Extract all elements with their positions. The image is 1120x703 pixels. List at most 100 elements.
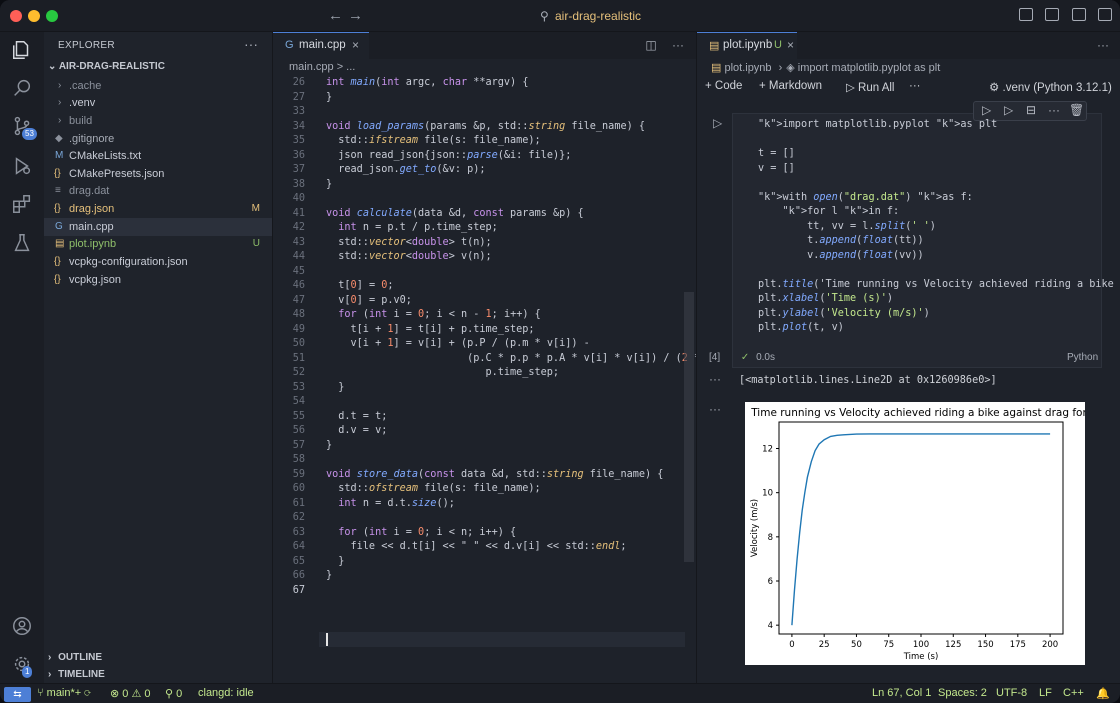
line-number: 40 [292, 193, 305, 204]
tree-item-drag-json[interactable]: {} drag.json M [44, 200, 272, 218]
clangd-status[interactable]: clangd: idle [198, 687, 254, 699]
y-tick-label: 12 [762, 445, 773, 455]
run-below-icon[interactable]: ▷ [1004, 103, 1013, 117]
tree-item-cache[interactable]: › .cache [44, 77, 272, 95]
tree-item-main-cpp[interactable]: G main.cpp [44, 218, 272, 236]
maximize-window-button[interactable] [46, 10, 58, 22]
tree-item-drag-dat[interactable]: ≡ drag.dat [44, 182, 272, 200]
vertical-scrollbar[interactable] [684, 292, 694, 562]
line-number: 26 [292, 77, 305, 88]
search-icon: ⚲ [540, 9, 549, 23]
toggle-panel-icon[interactable] [1045, 8, 1060, 21]
indentation-status[interactable]: Spaces: 2 [938, 687, 987, 699]
workspace-folder[interactable]: ⌄ AIR-DRAG-REALISTIC [48, 61, 165, 72]
branch-icon: ⑂ [37, 687, 47, 699]
testing-flask-icon[interactable] [10, 231, 34, 255]
search-icon[interactable] [10, 76, 34, 100]
cell-code-line: plt.plot(t, v) [758, 322, 844, 333]
chevron-down-icon: ⌄ [48, 61, 57, 72]
encoding-status[interactable]: UTF-8 [996, 687, 1027, 699]
line-number: 38 [292, 178, 305, 190]
eol-status[interactable]: LF [1039, 687, 1052, 699]
more-actions-icon[interactable]: ··· [672, 38, 684, 52]
settings-gear-icon[interactable]: 1 [10, 652, 34, 678]
output-more-icon[interactable]: ··· [709, 372, 721, 386]
close-tab-icon[interactable]: × [352, 38, 359, 52]
tree-item-venv[interactable]: › .venv [44, 94, 272, 112]
cpp-editor: G main.cpp × ◫ ··· main.cpp > ... 26 int … [273, 32, 700, 683]
run-debug-icon[interactable] [10, 154, 34, 178]
code-line: std::ifstream file(s: file_name); [326, 135, 541, 146]
code-line: int main(int argc, char **argv) { [326, 77, 529, 88]
extensions-icon[interactable] [10, 192, 34, 216]
source-control-icon[interactable]: 53 [10, 114, 37, 140]
line-number: 45 [292, 265, 305, 277]
close-window-button[interactable] [10, 10, 22, 22]
ports-status[interactable]: ⚲ 0 [165, 687, 182, 700]
tree-item-build[interactable]: › build [44, 112, 272, 130]
add-code-cell-button[interactable]: + Code [705, 80, 742, 92]
command-center-search[interactable]: ⚲ air-drag-realistic [530, 6, 796, 26]
toggle-secondary-sidebar-icon[interactable] [1071, 8, 1086, 21]
more-actions-icon[interactable]: ··· [1048, 103, 1060, 117]
json-file-icon: {} [54, 274, 61, 285]
cell-language[interactable]: Python [1067, 352, 1120, 363]
tree-item-cmakepresets[interactable]: {} CMakePresets.json [44, 165, 272, 183]
language-mode[interactable]: C++ [1063, 687, 1084, 699]
notebook-tab-bar: ▤ plot.ipynb U × ··· [697, 32, 1120, 59]
explorer-icon[interactable] [10, 38, 34, 62]
problems-status[interactable]: ⊗ 0 ⚠ 0 [110, 687, 151, 700]
forward-arrow-icon[interactable]: → [348, 7, 363, 24]
timeline-section[interactable]: › TIMELINE [48, 669, 105, 680]
code-line: json read_json{json::parse(&i: file)}; [326, 149, 572, 161]
tree-item-vcpkg-config[interactable]: {} vcpkg-configuration.json [44, 253, 272, 271]
outline-section[interactable]: › OUTLINE [48, 652, 102, 663]
tab-main-cpp[interactable]: G main.cpp × [273, 32, 369, 59]
execution-time: 0.0s [756, 352, 775, 363]
split-cell-icon[interactable]: ⊟ [1026, 103, 1036, 117]
output-more-icon[interactable]: ··· [709, 402, 721, 416]
tree-item-vcpkg-json[interactable]: {} vcpkg.json [44, 271, 272, 289]
code-line: void calculate(data &d, const params &p)… [326, 207, 584, 219]
remote-indicator-icon[interactable]: ⇆ [4, 687, 31, 702]
delete-cell-icon[interactable]: 🗑 [1069, 103, 1084, 117]
code-line: t[0] = 0; [326, 280, 394, 291]
close-tab-icon[interactable]: × [787, 38, 794, 52]
status-bar: ⇆ ⑂ main*+ ⟳ ⊗ 0 ⚠ 0 ⚲ 0 clangd: idle Ln… [0, 683, 1120, 703]
notebook-breadcrumb[interactable]: ▤ plot.ipynb › ◈ import matplotlib.pyplot… [711, 61, 940, 74]
more-actions-icon[interactable]: ··· [244, 36, 258, 52]
more-actions-icon[interactable]: ··· [1097, 38, 1109, 52]
git-status-untracked: U [252, 238, 260, 249]
customize-layout-icon[interactable] [1098, 8, 1112, 21]
toggle-primary-sidebar-icon[interactable] [1018, 8, 1033, 21]
tab-plot-ipynb[interactable]: ▤ plot.ipynb U × [697, 32, 797, 59]
line-number: 60 [292, 483, 305, 494]
add-markdown-cell-button[interactable]: + Markdown [759, 80, 822, 92]
more-actions-icon[interactable]: ··· [909, 80, 921, 92]
line-number: 67 [292, 584, 305, 596]
cursor-position[interactable]: Ln 67, Col 1 [872, 687, 931, 699]
tree-item-cmakelists[interactable]: M CMakeLists.txt [44, 147, 272, 165]
breadcrumb[interactable]: main.cpp > ... [289, 61, 355, 73]
execution-count: [4] [709, 352, 721, 363]
split-editor-icon[interactable]: ◫ [645, 38, 656, 52]
x-tick-label: 150 [977, 640, 993, 650]
run-all-button[interactable]: ▷ Run All [846, 80, 894, 94]
run-above-icon[interactable]: ▷ [982, 103, 991, 117]
account-icon[interactable] [10, 614, 34, 638]
back-arrow-icon[interactable]: ← [328, 7, 343, 24]
notifications-bell-icon[interactable]: 🔔 [1096, 687, 1110, 700]
y-tick-label: 8 [768, 533, 773, 543]
y-tick-label: 6 [768, 577, 773, 587]
velocity-chart: Time running vs Velocity achieved riding… [750, 407, 1099, 662]
code-line: (p.C * p.p * p.A * v[i] * v[i]) / (2 * [326, 352, 701, 364]
code-area[interactable]: 26 int main(int argc, char **argv) {27} 33… [273, 76, 700, 676]
kernel-picker[interactable]: ⚙ .venv (Python 3.12.1) [989, 80, 1112, 94]
minimize-window-button[interactable] [28, 10, 40, 22]
branch-status[interactable]: ⑂ main*+ ⟳ [37, 687, 91, 699]
run-cell-button[interactable]: ▷ [713, 116, 722, 130]
code-line: file << d.t[i] << " " << d.v[i] << std::… [326, 541, 627, 552]
tree-item-gitignore[interactable]: ◆ .gitignore [44, 130, 272, 148]
code-line: read_json.get_to(&v: p); [326, 164, 486, 175]
tree-item-plot-ipynb[interactable]: ▤ plot.ipynb U [44, 235, 272, 253]
